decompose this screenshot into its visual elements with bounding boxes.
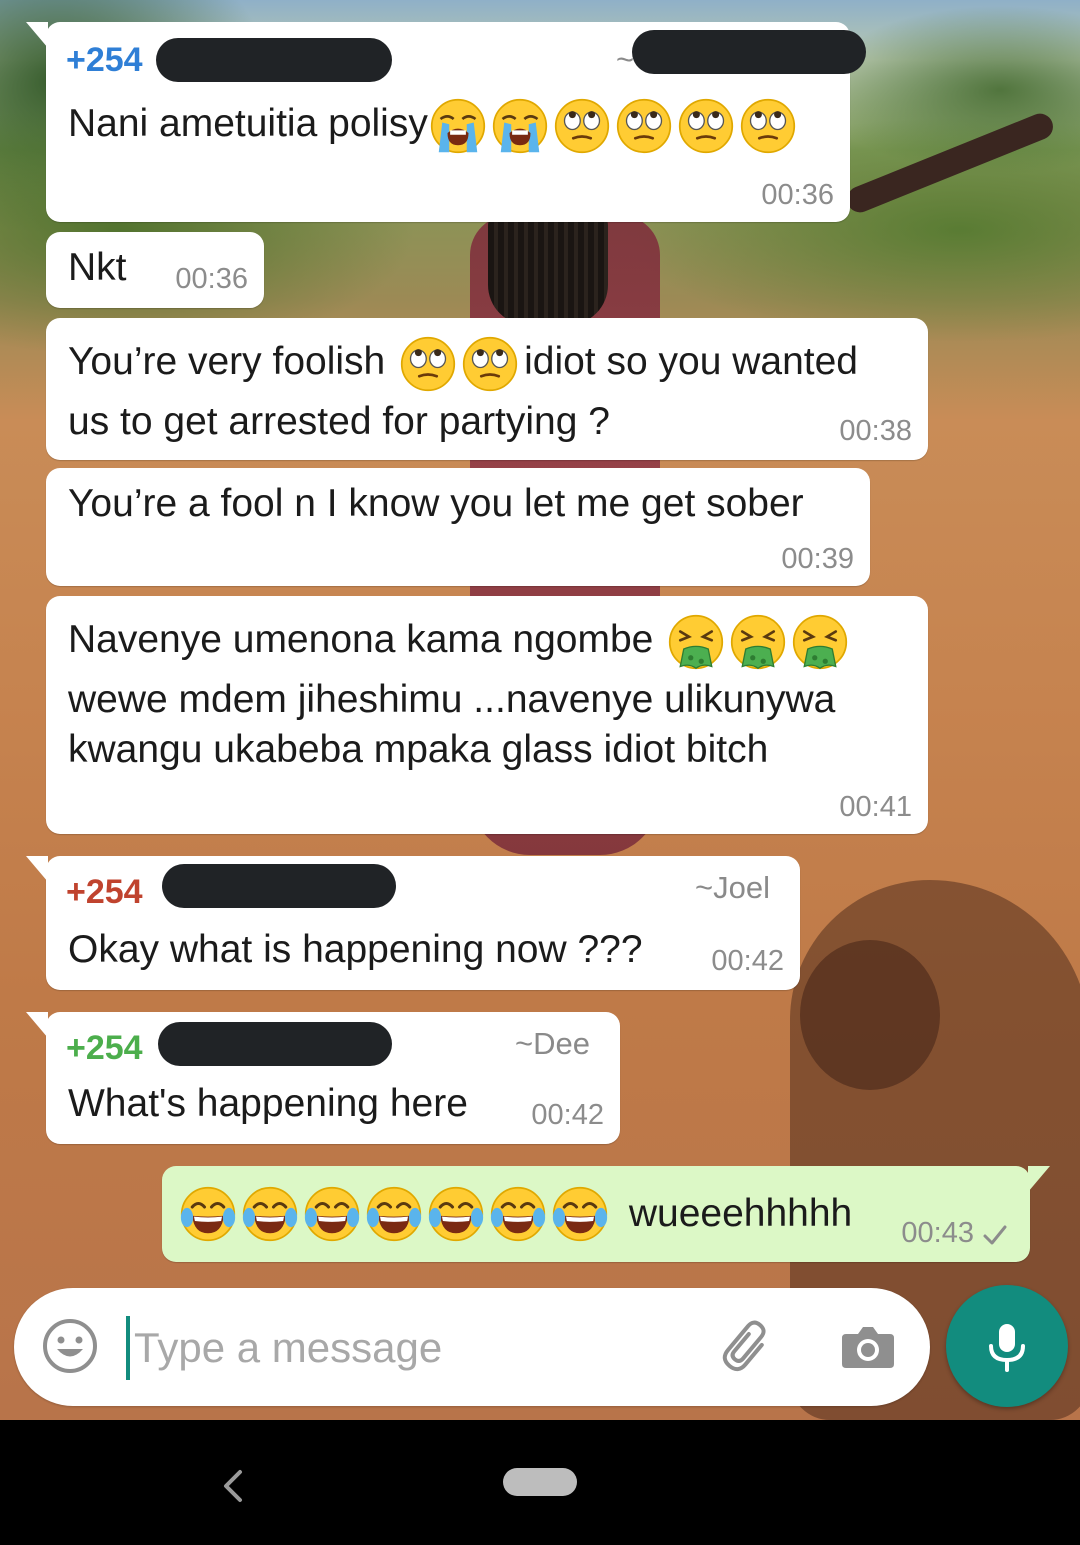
face-with-tears-of-joy-icon (304, 1186, 360, 1242)
message-text-line-2: wewe mdem jiheshimu ...navenye ulikunywa (68, 678, 836, 721)
face-vomiting-icon (730, 614, 786, 670)
message-text-content: Navenye umenona kama ngombe (68, 618, 654, 661)
sender-alias[interactable]: ~Dee (515, 1024, 590, 1064)
back-chevron-icon[interactable] (218, 1466, 248, 1506)
bubble-tail (26, 856, 48, 882)
face-with-tears-of-joy-icon (490, 1186, 546, 1242)
sender-name[interactable]: +254 (66, 872, 143, 912)
face-vomiting-icon (792, 614, 848, 670)
message-text: Okay what is happening now ??? (68, 928, 643, 971)
smiley-icon[interactable] (40, 1316, 100, 1376)
message-timestamp: 00:36 (761, 179, 834, 211)
message-bubble-outgoing[interactable]: wueeehhhhh 00:43 (162, 1166, 1050, 1262)
message-timestamp: 00:36 (175, 263, 248, 295)
face-with-rolling-eyes-icon (554, 98, 610, 154)
face-with-tears-of-joy-icon (428, 1186, 484, 1242)
message-bubble-incoming[interactable]: +254 ~Dee What's happening here 00:42 (26, 1012, 620, 1144)
message-text: Nkt (68, 246, 127, 289)
message-bubble-incoming[interactable]: Nkt 00:36 (46, 232, 264, 308)
microphone-icon (989, 1324, 1025, 1372)
message-text-content: idiot so you wanted (524, 340, 858, 383)
message-text-line-2: us to get arrested for partying ? (68, 400, 610, 443)
message-bubble-incoming[interactable]: +254 ~Joel Okay what is happening now ??… (26, 856, 800, 990)
loudly-crying-face-icon (430, 98, 486, 154)
system-navigation-bar (0, 1420, 1080, 1545)
loudly-crying-face-icon (492, 98, 548, 154)
message-timestamp: 00:39 (781, 543, 854, 575)
sender-alias[interactable]: ~Joel (695, 868, 770, 908)
message-text-line-3: kwangu ukabeba mpaka glass idiot bitch (68, 728, 769, 771)
message-bubble-incoming[interactable]: You’re very foolish idiot so you wanted … (46, 318, 928, 460)
paperclip-icon[interactable] (718, 1316, 782, 1380)
message-input[interactable] (126, 1316, 706, 1380)
face-vomiting-icon (668, 614, 724, 670)
camera-icon[interactable] (836, 1316, 900, 1380)
bubble-tail (26, 1012, 48, 1038)
face-with-rolling-eyes-icon (740, 98, 796, 154)
message-text-content: You’re very foolish (68, 340, 386, 383)
message-text: Nani ametuitia polisy (68, 96, 802, 154)
message-text-line-1: Navenye umenona kama ngombe (68, 612, 854, 670)
face-with-rolling-eyes-icon (462, 336, 518, 392)
message-composer (14, 1288, 930, 1406)
face-with-tears-of-joy-icon (366, 1186, 422, 1242)
redacted-phone-number (158, 1022, 392, 1066)
bubble-tail (1028, 1166, 1050, 1192)
home-pill-icon[interactable] (503, 1468, 577, 1496)
message-text: wueeehhhhh (180, 1184, 852, 1242)
redacted-phone-number (162, 864, 396, 908)
face-with-rolling-eyes-icon (400, 336, 456, 392)
redacted-alias (632, 30, 866, 74)
message-bubble-incoming[interactable]: +254 ~ Nani ametuitia polisy 00:36 (26, 22, 866, 222)
sender-name[interactable]: +254 (66, 40, 143, 80)
face-with-tears-of-joy-icon (552, 1186, 608, 1242)
message-text: What's happening here (68, 1082, 468, 1125)
wallpaper-figure-arm (843, 109, 1057, 217)
message-text: You’re a fool n I know you let me get so… (68, 482, 804, 525)
face-with-rolling-eyes-icon (678, 98, 734, 154)
face-with-rolling-eyes-icon (616, 98, 672, 154)
wallpaper-shadow-head (800, 940, 940, 1090)
sender-alias-tilde: ~ (616, 42, 635, 77)
redacted-phone-number (156, 38, 392, 82)
message-timestamp: 00:38 (839, 415, 912, 447)
face-with-tears-of-joy-icon (242, 1186, 298, 1242)
message-text-content: wueeehhhhh (628, 1191, 853, 1235)
message-timestamp: 00:43 (901, 1217, 974, 1249)
message-timestamp: 00:42 (711, 945, 784, 977)
face-with-tears-of-joy-icon (180, 1186, 236, 1242)
single-check-icon (983, 1225, 1007, 1245)
message-bubble-incoming[interactable]: You’re a fool n I know you let me get so… (46, 468, 870, 586)
message-bubble-incoming[interactable]: Navenye umenona kama ngombe wewe mdem ji… (46, 596, 928, 834)
message-timestamp: 00:41 (839, 791, 912, 823)
message-text-line-1: You’re very foolish idiot so you wanted (68, 334, 858, 392)
bubble-tail (26, 22, 48, 48)
sender-name[interactable]: +254 (66, 1028, 143, 1068)
voice-record-button[interactable] (946, 1285, 1068, 1407)
wallpaper-figure-hair (488, 215, 608, 325)
message-text-content: Nani ametuitia polisy (68, 102, 428, 145)
message-timestamp: 00:42 (531, 1099, 604, 1131)
